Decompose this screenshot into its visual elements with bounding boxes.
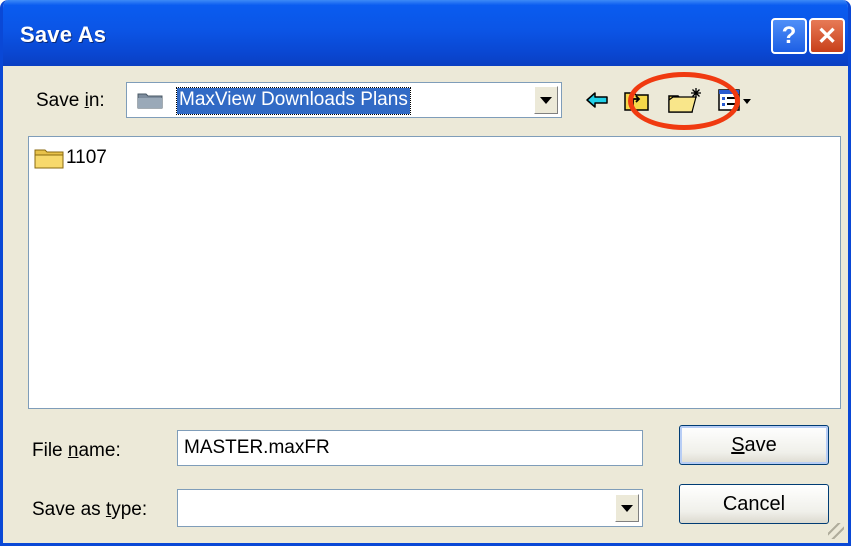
file-name: 1107 xyxy=(66,147,107,168)
close-icon: ✕ xyxy=(816,22,838,50)
back-button[interactable] xyxy=(583,82,611,118)
resize-grip[interactable] xyxy=(828,523,844,539)
folder-icon xyxy=(34,149,64,169)
chevron-down-icon[interactable] xyxy=(615,494,639,522)
cancel-button[interactable]: Cancel xyxy=(679,484,829,524)
save-in-label: Save in: xyxy=(36,90,105,111)
file-name-label: File name: xyxy=(32,440,121,461)
dialog-title: Save As xyxy=(20,22,107,47)
save-as-type-dropdown[interactable] xyxy=(177,489,643,527)
back-arrow-icon xyxy=(586,92,608,108)
title-bar[interactable]: Save As ? ✕ xyxy=(3,0,848,66)
close-button[interactable]: ✕ xyxy=(809,18,845,54)
file-list[interactable]: 1107 xyxy=(28,136,841,409)
help-icon: ? xyxy=(781,22,797,49)
list-item[interactable]: 1107 xyxy=(34,147,107,169)
save-as-type-label: Save as type: xyxy=(32,499,148,520)
save-button[interactable]: Save xyxy=(679,425,829,465)
save-in-dropdown[interactable]: MaxView Downloads Plans xyxy=(126,82,562,118)
annotation-circle xyxy=(628,72,740,130)
save-in-value: MaxView Downloads Plans xyxy=(176,87,411,115)
help-button[interactable]: ? xyxy=(771,18,807,54)
folder-icon xyxy=(137,93,163,109)
file-name-input[interactable]: MASTER.maxFR xyxy=(177,430,643,466)
chevron-down-icon[interactable] xyxy=(534,86,558,114)
